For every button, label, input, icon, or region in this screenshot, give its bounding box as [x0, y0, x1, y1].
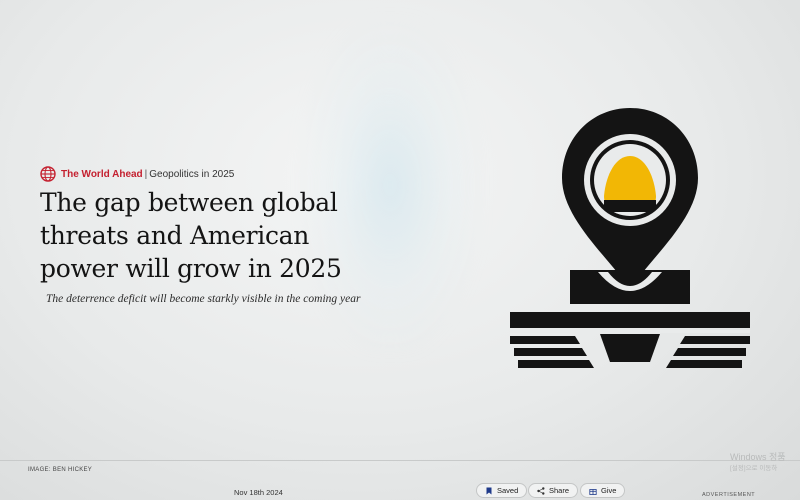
saved-label: Saved	[497, 486, 519, 495]
bookmark-icon	[486, 487, 492, 494]
kicker-separator: |	[144, 168, 148, 180]
image-credit: IMAGE: BEN HICKEY	[28, 467, 93, 473]
right-stripes	[680, 336, 750, 344]
article-headline: The gap between global threats and Ameri…	[40, 188, 342, 283]
give-button[interactable]: Give	[580, 483, 626, 498]
article-kicker: The World Ahead | Geopolitics in 2025	[40, 166, 234, 182]
article-dek: The deterrence deficit will become stark…	[46, 293, 361, 305]
left-stripes	[510, 336, 580, 344]
globe-icon	[40, 166, 56, 182]
section-link[interactable]: The World Ahead	[61, 169, 143, 180]
article-illustration	[510, 108, 750, 368]
divider	[0, 460, 800, 461]
windows-activation-watermark: Windows 정품 [설정]으로 이동하	[730, 452, 786, 474]
give-label: Give	[601, 486, 617, 495]
article-page: The World Ahead | Geopolitics in 2025 Th…	[0, 0, 800, 500]
advertisement-label: ADVERTISEMENT	[702, 492, 756, 498]
share-label: Share	[549, 486, 570, 495]
watermark-line-2: [설정]으로 이동하	[730, 465, 778, 472]
topic-link[interactable]: Geopolitics in 2025	[149, 169, 234, 180]
platform-bar	[510, 312, 750, 328]
publish-date: Nov 18th 2024	[234, 488, 283, 497]
saved-button[interactable]: Saved	[476, 483, 528, 498]
watermark-line-1: Windows 정품	[730, 452, 786, 462]
center-support	[600, 334, 660, 362]
gift-icon	[589, 488, 597, 495]
share-button[interactable]: Share	[528, 483, 579, 498]
share-icon	[537, 486, 545, 495]
